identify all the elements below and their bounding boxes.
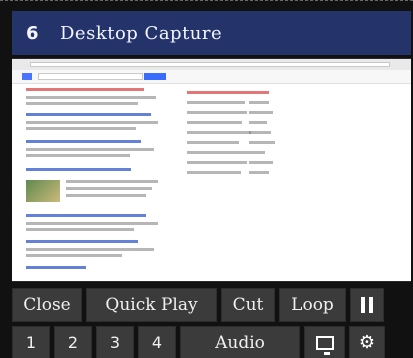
pause-button[interactable] xyxy=(350,288,384,322)
preview-line xyxy=(249,171,269,174)
preview-line xyxy=(26,96,156,99)
preview-line xyxy=(26,127,136,130)
preview-line xyxy=(187,111,247,114)
preview-line xyxy=(66,187,152,190)
preview-line xyxy=(26,228,134,231)
preview-line xyxy=(249,141,275,144)
preview-line xyxy=(249,101,269,104)
preview-search-button xyxy=(144,73,166,80)
preview-line xyxy=(66,180,158,183)
settings-button[interactable]: ⚙ xyxy=(349,326,385,358)
quick-play-button[interactable]: Quick Play xyxy=(86,288,217,322)
preview-line xyxy=(187,101,245,104)
preview-line xyxy=(26,121,158,124)
preview-line xyxy=(187,151,249,154)
preview-line xyxy=(26,254,122,257)
preview-line xyxy=(26,88,144,91)
preview-line xyxy=(26,102,138,105)
preset-1-button[interactable]: 1 xyxy=(12,326,50,358)
preview-line xyxy=(26,168,131,171)
selection-controls-row: 1 2 3 4 Audio ⚙ xyxy=(12,326,411,358)
cut-button[interactable]: Cut xyxy=(221,288,275,322)
preview-results-right xyxy=(187,91,277,201)
preview-line xyxy=(249,151,265,154)
capture-preview[interactable] xyxy=(12,58,411,282)
monitor-icon xyxy=(315,335,334,355)
preview-line xyxy=(249,161,273,164)
source-number: 6 xyxy=(26,22,40,44)
preview-line xyxy=(187,171,241,174)
preset-3-button[interactable]: 3 xyxy=(96,326,134,358)
desktop-capture-panel: 6 Desktop Capture Close Quick Play Cut L… xyxy=(0,0,413,358)
preview-thumbnail xyxy=(26,180,60,202)
preview-address-bar xyxy=(30,62,390,67)
preview-results-left xyxy=(26,88,161,278)
preview-logo xyxy=(22,73,32,80)
preview-line xyxy=(249,131,271,134)
pause-icon xyxy=(361,297,373,313)
audio-button[interactable]: Audio xyxy=(180,326,300,358)
close-button[interactable]: Close xyxy=(12,288,82,322)
source-title: Desktop Capture xyxy=(60,22,223,44)
preview-line xyxy=(249,111,273,114)
playback-controls-row: Close Quick Play Cut Loop xyxy=(12,288,411,322)
gear-icon: ⚙ xyxy=(358,331,376,353)
preview-search-box xyxy=(38,73,143,80)
preset-4-button[interactable]: 4 xyxy=(138,326,176,358)
preview-line xyxy=(66,194,146,197)
preview-line xyxy=(187,121,242,124)
display-button[interactable] xyxy=(304,326,345,358)
source-titlebar: 6 Desktop Capture xyxy=(12,11,411,55)
preview-line xyxy=(26,222,158,225)
preview-line xyxy=(26,113,151,116)
preview-line xyxy=(26,266,86,269)
preview-line xyxy=(187,141,239,144)
preview-line xyxy=(187,131,251,134)
preview-line xyxy=(26,140,141,143)
preview-line xyxy=(26,148,154,151)
preview-line xyxy=(26,240,138,243)
loop-button[interactable]: Loop xyxy=(279,288,346,322)
preview-line xyxy=(26,154,130,157)
preview-line xyxy=(26,248,154,251)
preview-line xyxy=(187,91,269,94)
preset-2-button[interactable]: 2 xyxy=(54,326,92,358)
preview-line xyxy=(26,214,146,217)
preview-line xyxy=(187,161,247,164)
preview-line xyxy=(249,121,267,124)
